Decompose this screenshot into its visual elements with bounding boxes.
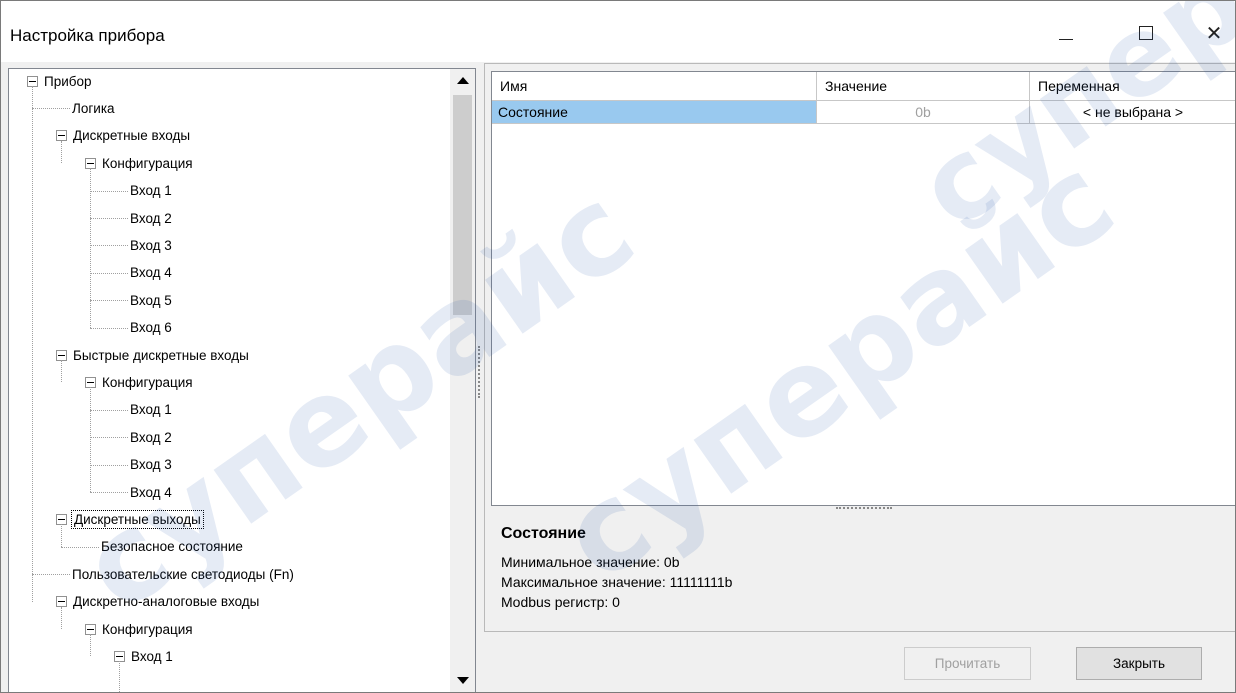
settings-window: Настройка прибора ✕ Прибор Логика Дискретн… — [0, 0, 1236, 693]
window-border — [0, 0, 1236, 693]
